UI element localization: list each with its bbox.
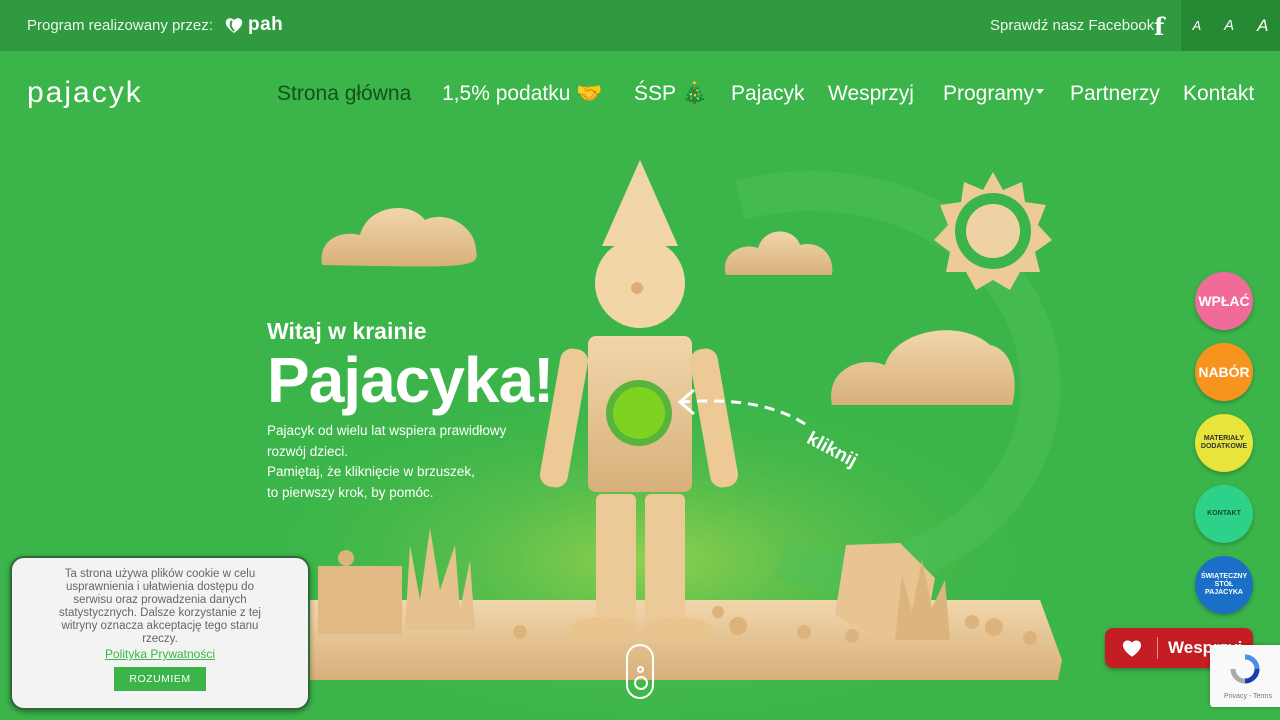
cloud-left [321, 208, 477, 267]
hero-body-line: Pamiętaj, że kliknięcie w brzuszek, [267, 464, 475, 479]
recaptcha-icon [1230, 654, 1260, 684]
hero-body-line: Pajacyk od wielu lat wspiera prawidłowy [267, 423, 507, 438]
hero-body-line: rozwój dzieci. [267, 443, 349, 459]
float-button-label: MATERIAŁY DODATKOWE [1200, 435, 1248, 450]
cookie-text: Ta strona używa plików cookie w celu usp… [59, 568, 261, 645]
cloud-middle [724, 231, 833, 275]
float-button-label: WPŁAĆ [1198, 293, 1250, 309]
float-button-wplac[interactable]: WPŁAĆ [1195, 272, 1253, 330]
cookie-accept-button[interactable]: ROZUMIEM [114, 667, 206, 691]
chevron-down-icon [634, 676, 648, 690]
hero-title: Pajacyka! [267, 344, 554, 416]
hero-body: Pajacyk od wielu lat wspiera prawidłowy … [267, 421, 527, 503]
float-button-label: KONTAKT [1207, 510, 1241, 517]
cloud-right [831, 330, 1015, 405]
hero-subtitle: Witaj w krainie [267, 318, 427, 344]
privacy-policy-link[interactable]: Polityka Prywatności [12, 647, 308, 661]
float-button-kontakt[interactable]: KONTAKT [1195, 485, 1253, 543]
block-left [318, 566, 402, 634]
recaptcha-text: Privacy - Terms [1224, 693, 1273, 700]
cookie-banner: Ta strona używa plików cookie w celu usp… [10, 556, 310, 710]
scroll-dot-icon [637, 666, 644, 673]
hero-text: Witaj w krainie Pajacyka! Pajacyk od wie… [267, 318, 554, 503]
hero-body-line: to pierwszy krok, by pomóc. [267, 484, 434, 500]
float-button-label: NABÓR [1198, 364, 1250, 380]
float-button-swiateczny-stol[interactable]: ŚWIĄTECZNY STÓŁ PAJACYKA [1195, 556, 1253, 614]
divider [1157, 637, 1158, 659]
float-button-nabor[interactable]: NABÓR [1195, 343, 1253, 401]
scroll-down-indicator[interactable] [626, 644, 654, 699]
heart-icon [1122, 640, 1142, 657]
sun-illustration [934, 172, 1052, 290]
float-button-materialy[interactable]: MATERIAŁY DODATKOWE [1195, 414, 1253, 472]
recaptcha-badge[interactable]: Privacy - Terms [1210, 645, 1280, 707]
float-button-label: ŚWIĄTECZNY STÓŁ PAJACYKA [1200, 573, 1248, 596]
